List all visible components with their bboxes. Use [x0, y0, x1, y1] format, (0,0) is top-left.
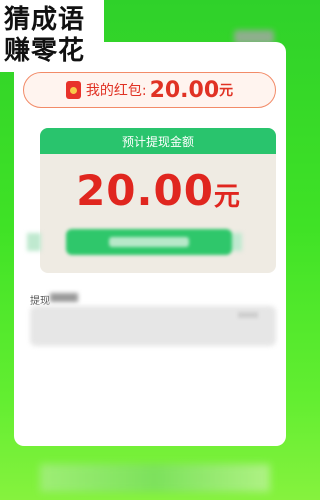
red-envelope-icon — [65, 81, 81, 99]
banner-line-2: 赚零花 — [4, 36, 86, 66]
panel-header: 预计提现金额 — [40, 128, 276, 154]
redpack-unit: 元 — [219, 83, 234, 99]
withdraw-amount-value: 20.00 — [76, 166, 214, 215]
record-time-blurred — [238, 312, 258, 318]
corner-banner: 猜成语 赚零花 — [0, 0, 104, 72]
withdraw-amount: 20.00元 — [40, 166, 276, 215]
my-redpack-bar: 我的红包: 20.00 元 — [23, 72, 276, 108]
redpack-label: 我的红包: — [85, 83, 147, 99]
record-label-blurred — [50, 293, 78, 302]
blurred-decoration-left — [27, 233, 41, 251]
record-section-label: 提现 — [30, 296, 50, 307]
banner-line-1: 猜成语 — [4, 5, 86, 35]
withdraw-button[interactable] — [66, 229, 232, 255]
bottom-blurred-area — [40, 464, 270, 492]
redpack-amount: 20.00 — [149, 77, 220, 103]
withdraw-button-label-blurred — [109, 237, 189, 247]
withdraw-amount-unit: 元 — [213, 182, 240, 212]
